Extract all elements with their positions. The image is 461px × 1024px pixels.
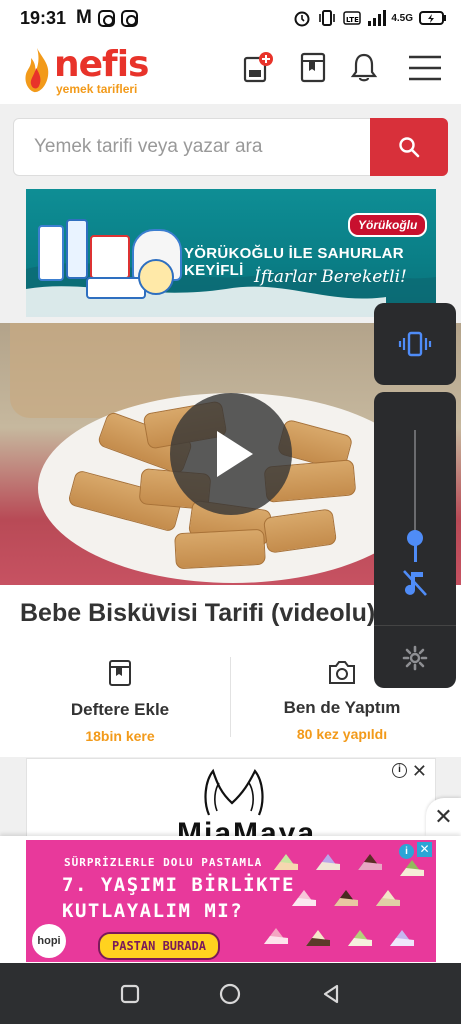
cake-icon [358,854,382,870]
svg-text:LTE: LTE [346,16,359,24]
logo-tagline: yemek tarifleri [56,82,138,96]
action-divider [230,657,231,737]
cake-icon [376,890,400,906]
biscuit [174,528,266,570]
battery-charging-icon [419,11,446,25]
ad-close-icon[interactable]: ✕ [412,761,427,782]
cake-icon [390,930,414,946]
app-header: nefis yemek tarifleri [0,36,461,104]
music-muted-icon[interactable] [401,568,429,598]
cake-icon [334,890,358,906]
add-to-notebook-action[interactable]: Deftere Ekle 18bin kere [10,659,230,744]
product-pack [90,235,130,279]
hopi-logo: hopi [32,924,66,958]
vibrate-icon [398,331,432,357]
gear-icon[interactable] [402,645,428,671]
miamaya-logo [204,768,264,816]
cake-icon [264,928,288,944]
signal-icon [368,10,387,26]
recents-icon[interactable] [119,983,141,1005]
action-label: Ben de Yaptım [283,698,401,717]
vibrate-toggle[interactable] [374,303,456,385]
camera-icon [329,661,355,684]
banner-subline: İftarlar Bereketli! [254,267,407,287]
search-icon [399,137,420,158]
logo-word: nefis [54,44,149,85]
cake-icon [292,890,316,906]
ad-line-1: SÜRPRİZLERLE DOLU PASTAMLA [64,856,263,869]
alarm-icon [294,11,310,27]
bottom-ad-close-button[interactable]: ✕ [426,798,461,836]
action-count: 80 kez yapıldı [296,726,388,742]
cake-icon [306,930,330,946]
action-label: Deftere Ekle [70,700,170,719]
instagram-icon [120,9,138,27]
product-pack [38,225,64,281]
action-count: 18bin kere [85,728,155,744]
product-pack [66,219,88,279]
play-button[interactable] [170,393,292,515]
volume-panel [374,392,456,688]
cake-icon [348,930,372,946]
notebook-icon [109,660,131,686]
flame-icon [25,48,49,93]
nefis-logo[interactable]: nefis yemek tarifleri [22,42,152,100]
search-input[interactable] [14,119,372,175]
status-bar: 19:31 M LTE 4.5G [0,0,461,36]
volume-separator [374,625,456,626]
search-button[interactable] [370,118,448,176]
cake-icon [400,860,424,876]
ad-brand-text: MiaMaya [177,817,317,838]
banner-brand: Yörükoğlu [348,213,428,237]
volte-icon: LTE [343,11,362,25]
home-icon[interactable] [218,982,242,1006]
ad-line-2: 7. YAŞIMI BİRLİKTE [62,874,295,896]
notebook-icon[interactable] [300,52,326,84]
product-pack [138,259,174,295]
volume-track[interactable] [414,430,416,540]
status-time: 19:31 [20,7,67,28]
recipe-title: Bebe Bisküvisi Tarifi (videolu) [20,599,376,627]
system-icons: LTE 4.5G [293,9,447,27]
search-bar [13,118,448,176]
inline-ad[interactable]: i ✕ MiaMaya [26,758,436,838]
product-pack [86,277,146,299]
system-nav-bar [0,963,461,1024]
hopi-ad[interactable]: SÜRPRİZLERLE DOLU PASTAMLA 7. YAŞIMI BİR… [26,840,436,962]
ad-line-3: KUTLAYALIM MI? [62,900,244,922]
add-recipe-icon[interactable] [242,52,274,84]
volume-slider-knob[interactable] [407,530,423,546]
back-icon[interactable] [320,983,342,1005]
ad-close-icon[interactable]: ✕ [417,842,432,857]
banner-ad[interactable]: Yörükoğlu YÖRÜKOĞLU İLE SAHURLAR KEYİFLİ… [26,189,436,317]
bell-icon[interactable] [350,52,378,84]
vibrate-icon [319,10,336,26]
menu-icon[interactable] [408,54,442,82]
ad-cta-button[interactable]: PASTAN BURADA [98,932,220,960]
notification-icons: M [76,7,138,29]
ad-info-icon[interactable]: i [392,763,407,778]
bottom-ad[interactable]: SÜRPRİZLERLE DOLU PASTAMLA 7. YAŞIMI BİR… [0,836,461,963]
cake-icon [274,854,298,870]
instagram-icon [97,9,115,27]
network-type: 4.5G [391,12,413,24]
m-icon: M [76,7,92,28]
cake-icon [316,854,340,870]
